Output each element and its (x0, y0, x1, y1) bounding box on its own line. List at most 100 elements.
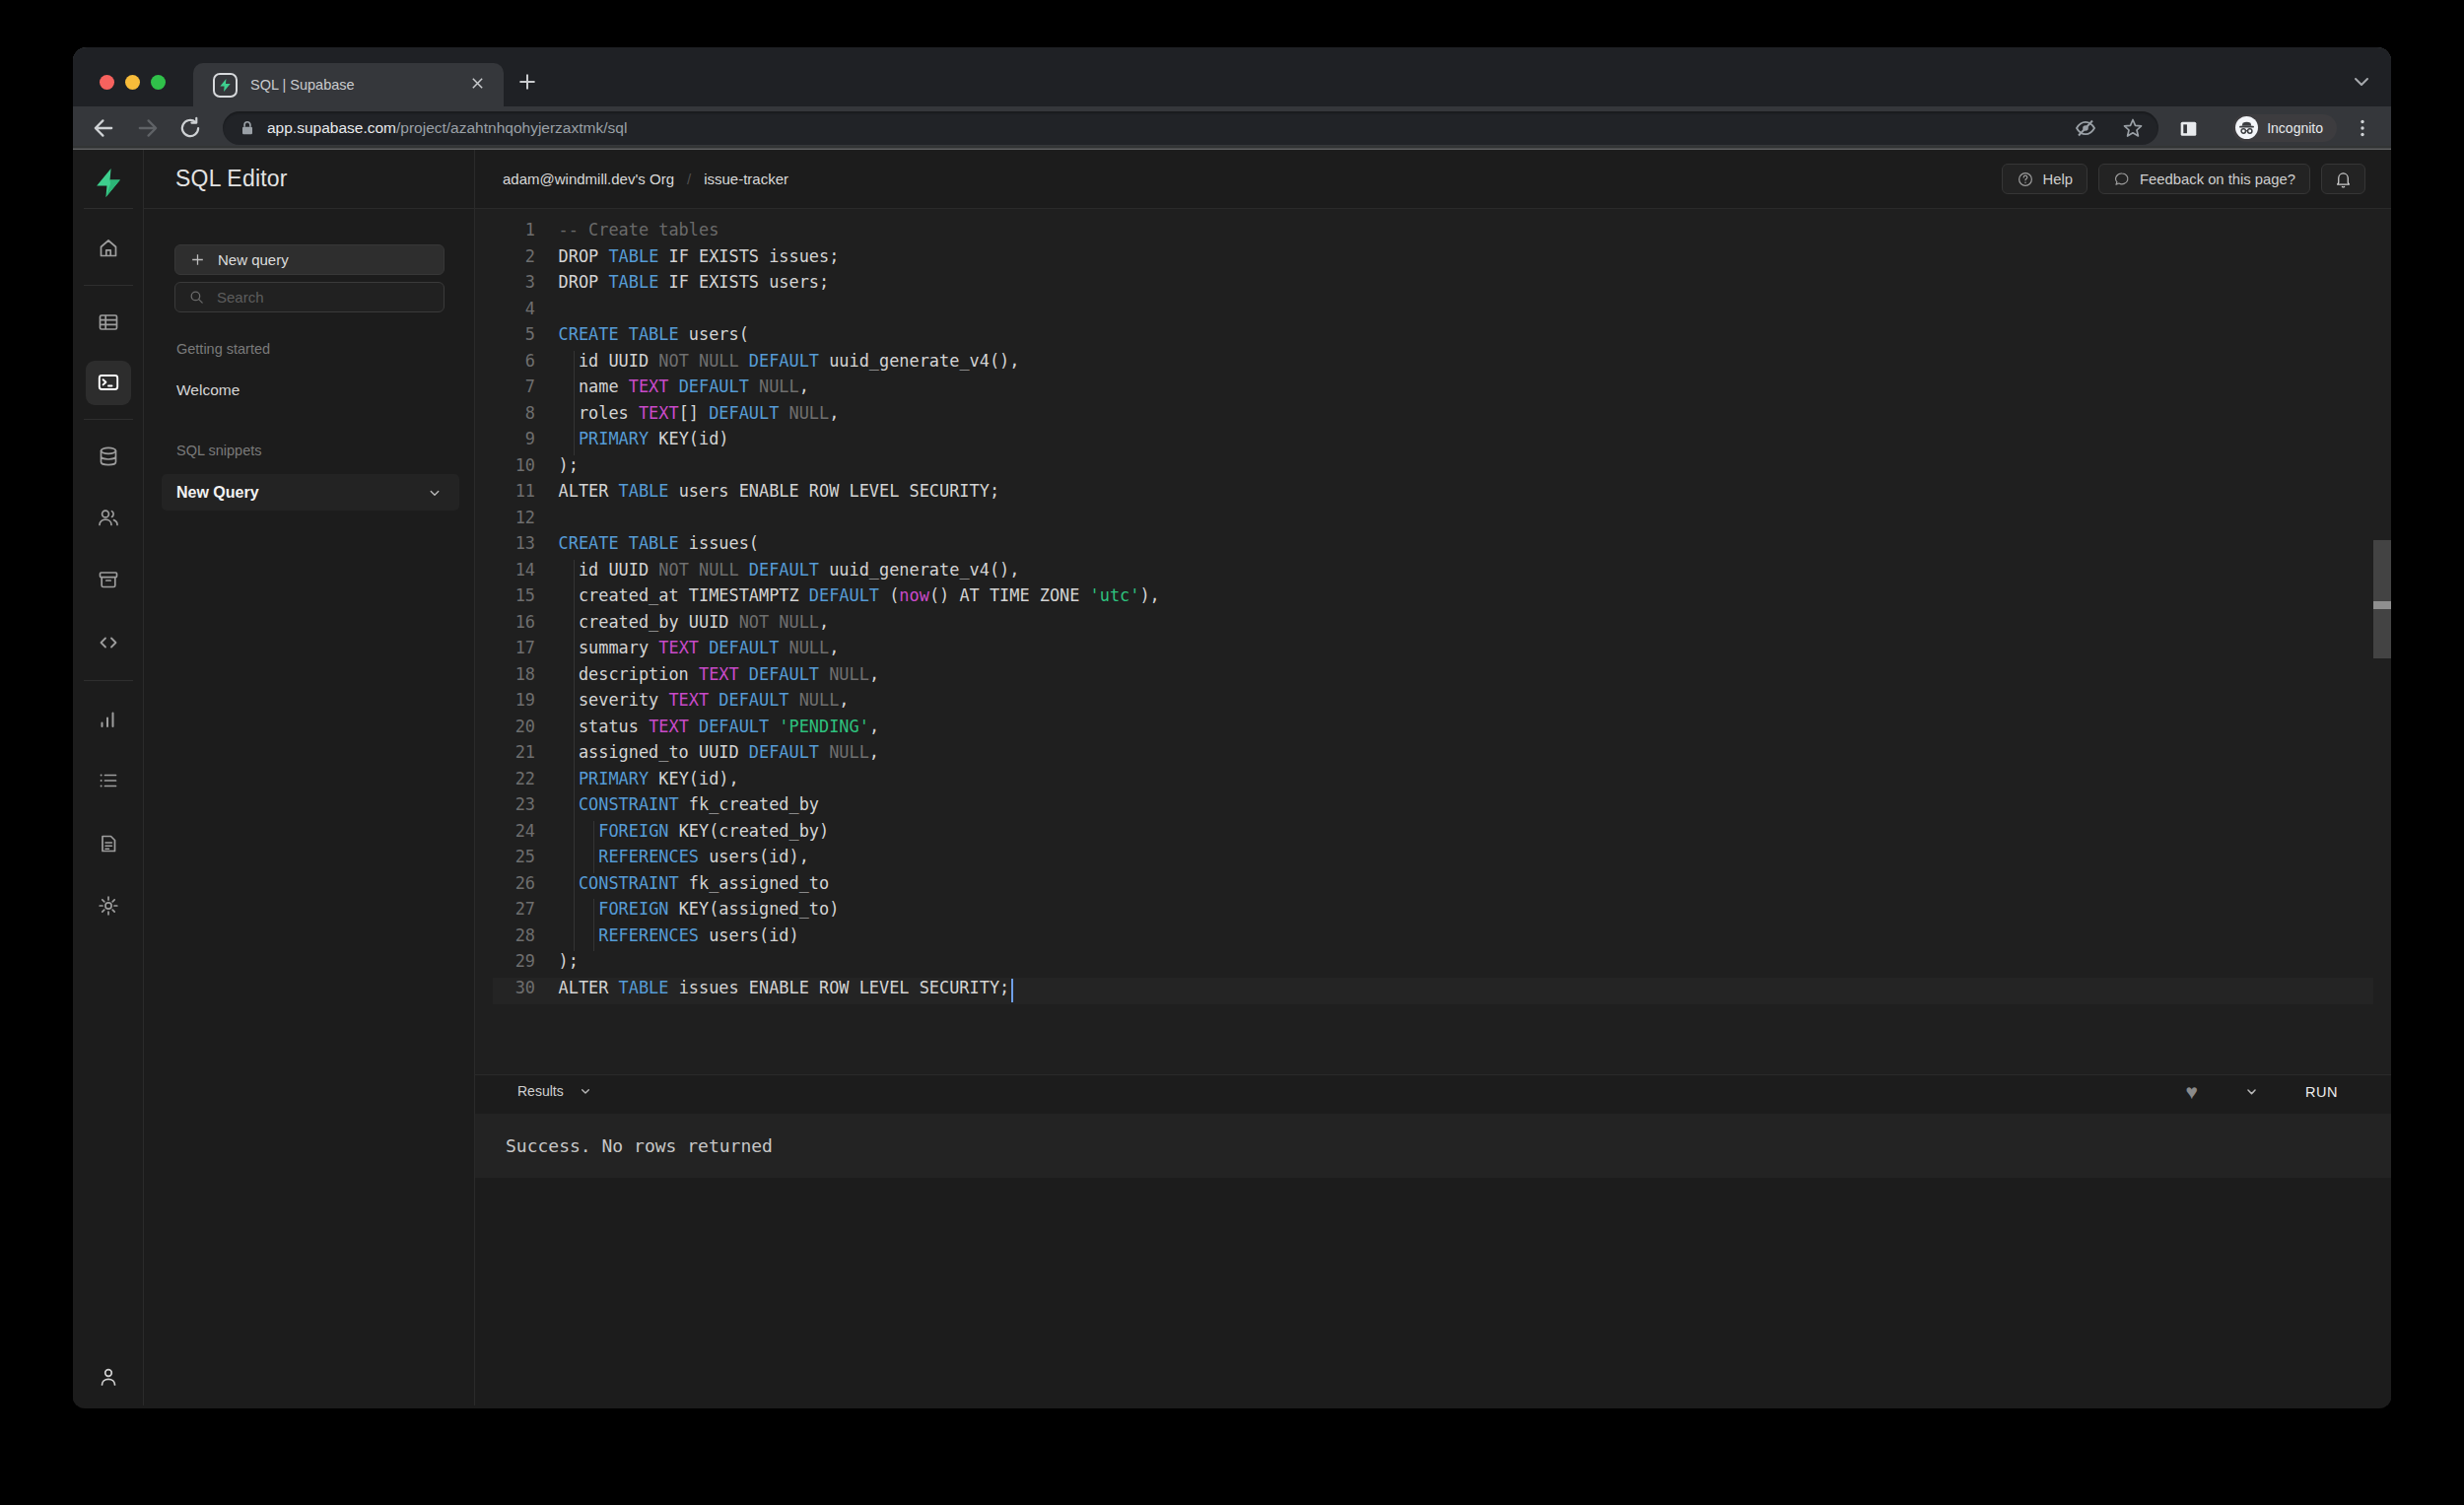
supabase-app: SQL Editor New query Search Getting star… (73, 150, 2391, 1405)
notifications-button[interactable] (2321, 164, 2365, 194)
code-line-11[interactable]: 11ALTER TABLE users ENABLE ROW LEVEL SEC… (475, 481, 2391, 508)
favorite-heart-icon[interactable]: ♥ (2186, 1084, 2198, 1100)
code-text: CONSTRAINT fk_created_by (559, 794, 819, 814)
forward-button[interactable] (134, 114, 162, 142)
code-line-25[interactable]: 25 REFERENCES users(id), (475, 847, 2391, 873)
snippet-chevron-icon[interactable] (426, 484, 444, 502)
breadcrumb-org[interactable]: adam@windmill.dev's Org (503, 171, 674, 187)
feedback-button[interactable]: Feedback on this page? (2098, 164, 2310, 194)
code-line-17[interactable]: 17 summary TEXT DEFAULT NULL, (475, 638, 2391, 664)
auth-users-icon[interactable] (97, 506, 120, 529)
settings-gear-icon[interactable] (97, 894, 120, 918)
maximize-window-button[interactable] (151, 75, 166, 90)
breadcrumb-project[interactable]: issue-tracker (704, 171, 788, 187)
table-editor-icon[interactable] (97, 310, 120, 334)
results-chevron-icon[interactable] (578, 1083, 593, 1099)
back-button[interactable] (90, 114, 117, 142)
bookmark-star-icon[interactable] (2121, 116, 2145, 140)
code-line-2[interactable]: 2DROP TABLE IF EXISTS issues; (475, 246, 2391, 273)
code-line-23[interactable]: 23 CONSTRAINT fk_created_by (475, 794, 2391, 821)
api-docs-icon[interactable] (97, 832, 120, 855)
new-tab-button[interactable] (514, 69, 540, 95)
tab-strip: SQL | Supabase (73, 47, 2391, 106)
eye-off-icon[interactable] (2074, 116, 2097, 140)
code-line-10[interactable]: 10); (475, 455, 2391, 482)
run-options-chevron-icon[interactable] (2243, 1083, 2260, 1100)
logs-icon[interactable] (97, 769, 120, 792)
results-message: Success. No rows returned (506, 1135, 773, 1156)
results-label[interactable]: Results (517, 1083, 564, 1099)
url-host: app.supabase.com (267, 119, 396, 136)
code-line-3[interactable]: 3DROP TABLE IF EXISTS users; (475, 272, 2391, 299)
bell-icon (2334, 170, 2353, 188)
code-line-5[interactable]: 5CREATE TABLE users( (475, 324, 2391, 351)
code-text: summary TEXT DEFAULT NULL, (559, 638, 840, 657)
code-line-21[interactable]: 21 assigned_to UUID DEFAULT NULL, (475, 742, 2391, 769)
browser-tab[interactable]: SQL | Supabase (193, 63, 504, 106)
welcome-item[interactable]: Welcome (176, 381, 240, 399)
code-text: CREATE TABLE issues( (559, 533, 759, 553)
main-header: adam@windmill.dev's Org / issue-tracker … (475, 150, 2391, 209)
tab-title: SQL | Supabase (250, 77, 464, 93)
sql-editor-icon[interactable] (97, 371, 120, 394)
line-number: 6 (475, 351, 535, 371)
new-query-button[interactable]: New query (174, 244, 445, 275)
reload-button[interactable] (177, 115, 203, 141)
code-line-16[interactable]: 16 created_by UUID NOT NULL, (475, 612, 2391, 639)
tab-strip-chevron-icon[interactable] (2350, 69, 2373, 93)
help-button[interactable]: Help (2002, 164, 2088, 194)
reports-icon[interactable] (97, 708, 120, 731)
code-line-28[interactable]: 28 REFERENCES users(id) (475, 925, 2391, 952)
code-line-20[interactable]: 20 status TEXT DEFAULT 'PENDING', (475, 717, 2391, 743)
minimize-window-button[interactable] (125, 75, 140, 90)
code-line-19[interactable]: 19 severity TEXT DEFAULT NULL, (475, 690, 2391, 717)
code-line-26[interactable]: 26 CONSTRAINT fk_assigned_to (475, 873, 2391, 900)
code-line-15[interactable]: 15 created_at TIMESTAMPTZ DEFAULT (now()… (475, 585, 2391, 612)
code-line-6[interactable]: 6 id UUID NOT NULL DEFAULT uuid_generate… (475, 351, 2391, 377)
code-line-1[interactable]: 1-- Create tables (475, 220, 2391, 246)
address-bar[interactable]: app.supabase.com/project/azahtnhqohyjerz… (223, 111, 2158, 145)
storage-icon[interactable] (97, 568, 120, 591)
code-line-30[interactable]: 30ALTER TABLE issues ENABLE ROW LEVEL SE… (475, 978, 2391, 1004)
code-line-22[interactable]: 22 PRIMARY KEY(id), (475, 769, 2391, 795)
code-line-4[interactable]: 4 (475, 299, 2391, 325)
code-line-14[interactable]: 14 id UUID NOT NULL DEFAULT uuid_generat… (475, 560, 2391, 586)
browser-toolbar: app.supabase.com/project/azahtnhqohyjerz… (73, 106, 2391, 150)
getting-started-label: Getting started (176, 341, 270, 357)
supabase-logo[interactable] (92, 167, 124, 199)
snippet-new-query-item[interactable]: New Query (162, 474, 459, 511)
code-line-13[interactable]: 13CREATE TABLE issues( (475, 533, 2391, 560)
edge-functions-icon[interactable] (97, 631, 120, 654)
code-line-7[interactable]: 7 name TEXT DEFAULT NULL, (475, 376, 2391, 403)
code-line-24[interactable]: 24 FOREIGN KEY(created_by) (475, 821, 2391, 848)
code-text: FOREIGN KEY(assigned_to) (559, 899, 840, 919)
line-number: 7 (475, 376, 535, 396)
line-number: 18 (475, 664, 535, 684)
code-text: description TEXT DEFAULT NULL, (559, 664, 879, 684)
line-number: 19 (475, 690, 535, 710)
code-line-8[interactable]: 8 roles TEXT[] DEFAULT NULL, (475, 403, 2391, 430)
code-line-27[interactable]: 27 FOREIGN KEY(assigned_to) (475, 899, 2391, 925)
tab-close-icon[interactable] (464, 76, 490, 94)
line-number: 25 (475, 847, 535, 866)
line-number: 24 (475, 821, 535, 841)
code-line-18[interactable]: 18 description TEXT DEFAULT NULL, (475, 664, 2391, 691)
code-line-29[interactable]: 29); (475, 951, 2391, 978)
code-text: assigned_to UUID DEFAULT NULL, (559, 742, 879, 762)
run-button[interactable]: RUN (2305, 1084, 2338, 1100)
home-icon[interactable] (97, 237, 120, 260)
code-line-12[interactable]: 12 (475, 508, 2391, 534)
side-panel-icon[interactable] (2176, 116, 2201, 141)
results-output: Success. No rows returned (475, 1114, 2391, 1178)
browser-menu-icon[interactable] (2351, 116, 2374, 140)
database-icon[interactable] (97, 445, 120, 468)
profile-icon[interactable] (97, 1365, 120, 1389)
incognito-badge[interactable]: Incognito (2232, 114, 2337, 142)
code-line-9[interactable]: 9 PRIMARY KEY(id) (475, 429, 2391, 455)
close-window-button[interactable] (100, 75, 114, 90)
search-input[interactable]: Search (174, 282, 445, 312)
lock-icon (238, 118, 257, 138)
code-text: ); (559, 951, 579, 971)
editor-scrollbar[interactable] (2373, 540, 2391, 658)
sql-code-editor[interactable]: 1-- Create tables2DROP TABLE IF EXISTS i… (475, 209, 2391, 1074)
